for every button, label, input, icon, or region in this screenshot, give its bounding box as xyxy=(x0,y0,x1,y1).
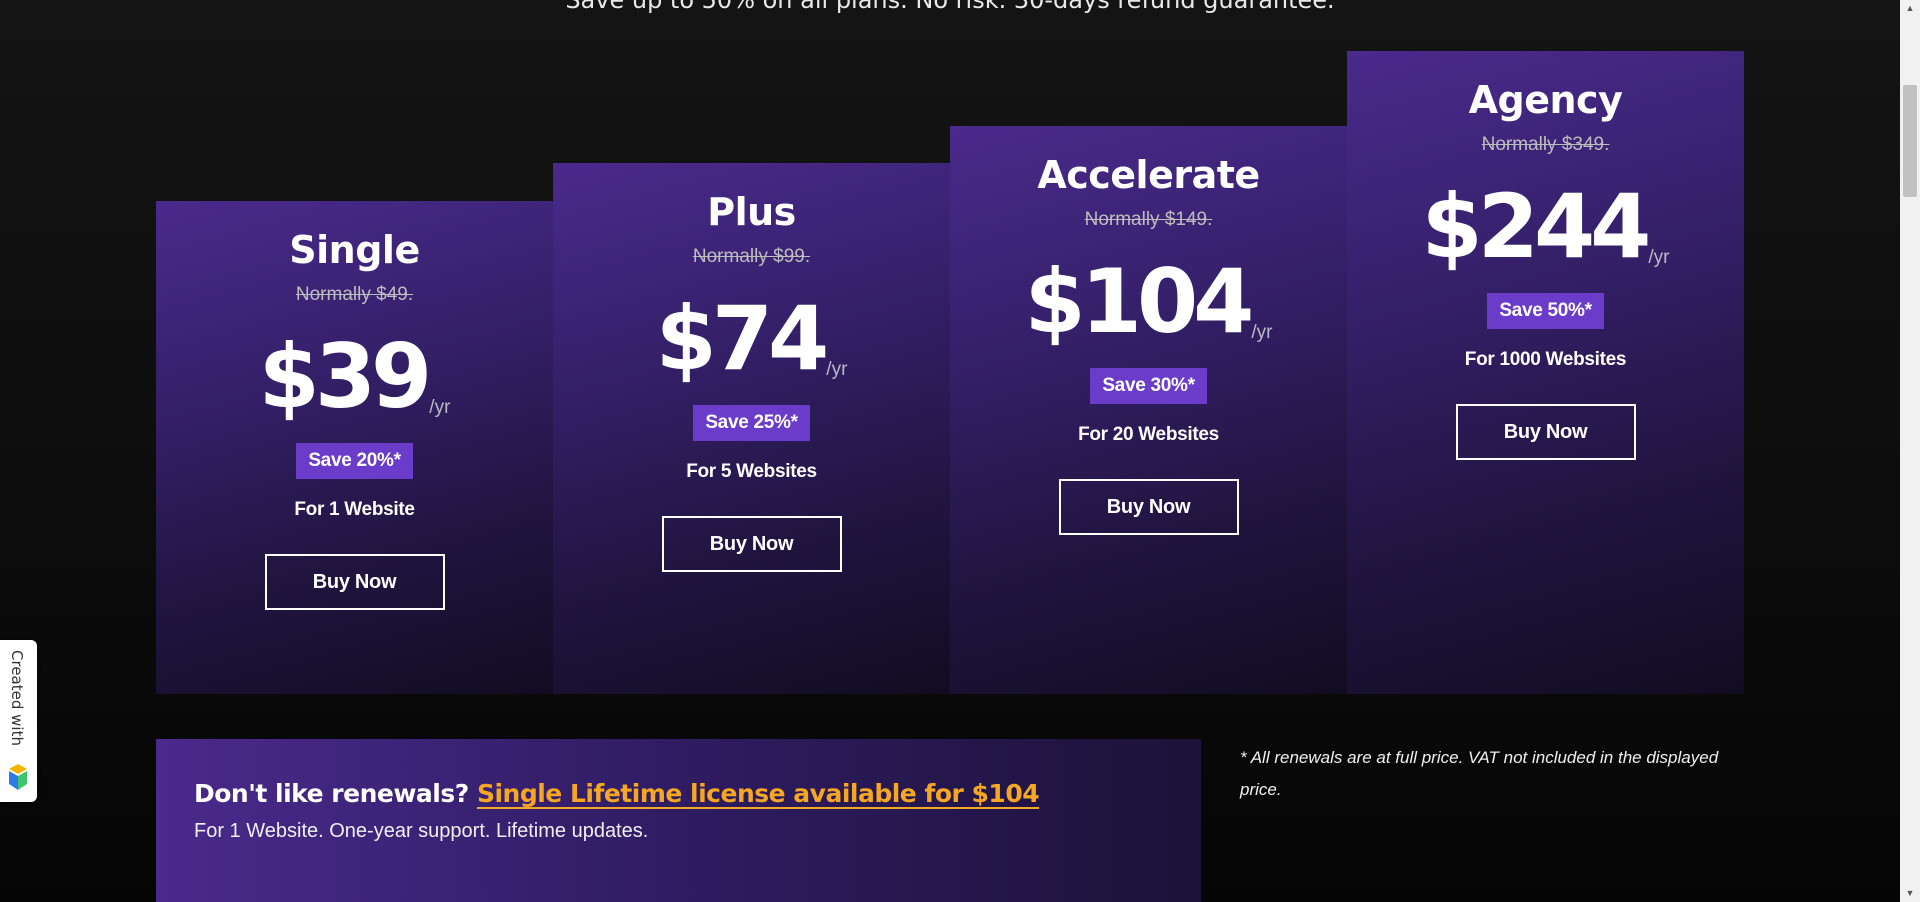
scroll-thumb[interactable] xyxy=(1903,85,1917,197)
scroll-down-arrow-icon[interactable]: ▼ xyxy=(1900,885,1920,902)
created-with-label: Created with xyxy=(8,650,26,746)
lifetime-headline: Don't like renewals? Single Lifetime lic… xyxy=(194,779,1163,808)
plan-card-plus: Plus Normally $99. $74 /yr Save 25%* For… xyxy=(553,163,950,694)
price-period: /yr xyxy=(1648,247,1670,268)
normal-price: Normally $49. xyxy=(295,284,414,305)
buy-now-button[interactable]: Buy Now xyxy=(661,516,842,572)
website-count: For 1 Website xyxy=(294,499,415,520)
page-scrollbar[interactable]: ▲ ▼ xyxy=(1900,0,1920,902)
created-with-badge[interactable]: Created with xyxy=(0,640,37,802)
lifetime-details: For 1 Website. One-year support. Lifetim… xyxy=(194,820,649,842)
plan-name: Plus xyxy=(707,190,796,234)
pricing-subtitle: Save up to 50% on all plans. No risk. 30… xyxy=(565,0,1335,14)
price-row: $39 /yr xyxy=(156,325,553,423)
plan-price: $39 xyxy=(258,325,433,428)
scroll-up-arrow-icon[interactable]: ▲ xyxy=(1900,0,1920,17)
lifetime-question: Don't like renewals? xyxy=(194,779,469,808)
plan-name: Single xyxy=(289,228,420,272)
website-count: For 20 Websites xyxy=(1078,424,1219,445)
price-period: /yr xyxy=(1251,322,1273,343)
lifetime-license-banner: Don't like renewals? Single Lifetime lic… xyxy=(156,739,1201,902)
plan-card-agency: Agency Normally $349. $244 /yr Save 50%*… xyxy=(1347,51,1744,694)
normal-price: Normally $149. xyxy=(1084,209,1213,230)
price-period: /yr xyxy=(429,397,451,418)
lifetime-license-link[interactable]: Single Lifetime license available for $1… xyxy=(477,779,1040,808)
renewal-footnote: * All renewals are at full price. VAT no… xyxy=(1240,748,1719,799)
price-row: $74 /yr xyxy=(553,287,950,385)
price-row: $104 /yr xyxy=(950,250,1347,348)
website-count: For 5 Websites xyxy=(686,461,817,482)
plan-price: $244 xyxy=(1421,175,1651,278)
save-badge: Save 25%* xyxy=(693,405,810,441)
buy-now-button[interactable]: Buy Now xyxy=(1455,404,1636,460)
normal-price: Normally $349. xyxy=(1481,134,1610,155)
builder-logo-icon xyxy=(9,764,27,790)
plan-card-single: Single Normally $49. $39 /yr Save 20%* F… xyxy=(156,201,553,694)
normal-price: Normally $99. xyxy=(692,246,811,267)
save-badge: Save 20%* xyxy=(296,443,413,479)
website-count: For 1000 Websites xyxy=(1464,349,1627,370)
buy-now-button[interactable]: Buy Now xyxy=(1058,479,1239,535)
plan-price: $74 xyxy=(655,287,830,390)
plan-name: Accelerate xyxy=(1037,153,1260,197)
plan-card-accelerate: Accelerate Normally $149. $104 /yr Save … xyxy=(950,126,1347,694)
save-badge: Save 30%* xyxy=(1090,368,1207,404)
price-period: /yr xyxy=(826,359,848,380)
plan-price: $104 xyxy=(1024,250,1254,353)
price-row: $244 /yr xyxy=(1347,175,1744,273)
plan-name: Agency xyxy=(1468,78,1623,122)
save-badge: Save 50%* xyxy=(1487,293,1604,329)
buy-now-button[interactable]: Buy Now xyxy=(264,554,445,610)
